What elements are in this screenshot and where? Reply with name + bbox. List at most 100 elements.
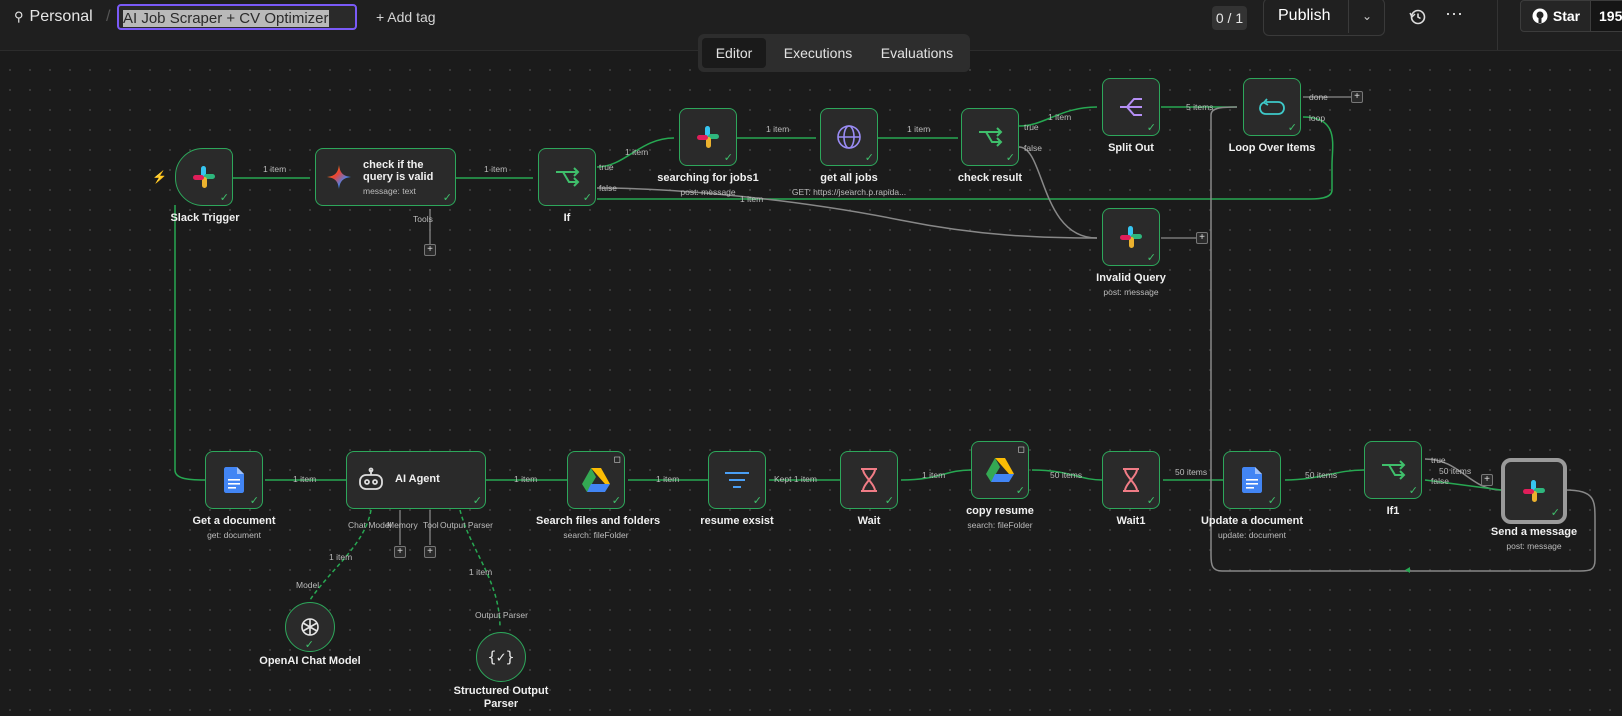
- node-if[interactable]: ✓: [538, 148, 596, 206]
- robot-icon: [357, 467, 385, 498]
- expand-icon: ◻: [613, 454, 621, 464]
- node-subtitle: search: fileFolder: [563, 530, 629, 540]
- node-label: Structured Output Parser: [453, 685, 549, 710]
- node-get-all-jobs[interactable]: ✓: [820, 108, 878, 166]
- connection-label: 1 item: [922, 470, 946, 480]
- trigger-bolt-icon: ⚡: [152, 170, 167, 184]
- github-star-button[interactable]: Star: [1520, 0, 1592, 32]
- more-options-icon[interactable]: ⋯: [1445, 4, 1463, 25]
- plus-icon: +: [376, 9, 388, 25]
- tab-evaluations[interactable]: Evaluations: [868, 38, 966, 68]
- project-switcher[interactable]: ⚲ Personal: [14, 8, 93, 26]
- node-if1[interactable]: ✓: [1364, 441, 1422, 499]
- connection-label: 1 item: [1048, 112, 1072, 122]
- node-search-files[interactable]: ✓ ◻: [567, 451, 625, 509]
- connection-label: 50 items: [1305, 470, 1338, 480]
- node-searching-jobs[interactable]: ✓: [679, 108, 737, 166]
- branch-label-false: false: [1024, 143, 1042, 153]
- success-check-icon: ✓: [752, 495, 762, 507]
- node-wait1[interactable]: ✓: [1102, 451, 1160, 509]
- node-send-message[interactable]: ✓: [1501, 458, 1567, 524]
- star-label: Star: [1552, 8, 1581, 24]
- port-label-output-parser: Output Parser: [475, 610, 528, 620]
- connection-label: 5 items: [1186, 102, 1214, 112]
- breadcrumb-separator: /: [106, 8, 111, 25]
- success-check-icon: ✓: [1550, 507, 1560, 519]
- project-name: Personal: [29, 8, 93, 25]
- node-ai-agent[interactable]: AI Agent ✓: [346, 451, 486, 509]
- node-label: Loop Over Items: [1228, 142, 1316, 154]
- tab-editor[interactable]: Editor: [702, 38, 766, 68]
- add-node-button[interactable]: +: [1351, 91, 1363, 103]
- add-memory-button[interactable]: +: [394, 546, 406, 558]
- connection-label: 1 item: [740, 194, 764, 204]
- connection-label: 1 item: [263, 164, 287, 174]
- node-subtitle: post: message: [1103, 287, 1159, 297]
- connection-label: 50 items: [1050, 470, 1083, 480]
- connection-label: 1 item: [766, 124, 790, 134]
- node-get-document[interactable]: ✓: [205, 451, 263, 509]
- execution-counter[interactable]: 0 / 1: [1212, 6, 1247, 30]
- success-check-icon: ✓: [442, 192, 452, 204]
- gemini-icon: [326, 164, 352, 195]
- add-tag-button[interactable]: + Add tag: [376, 9, 436, 25]
- add-tool-button[interactable]: +: [424, 546, 436, 558]
- success-check-icon: ✓: [1267, 495, 1277, 507]
- success-check-icon: ✓: [1015, 485, 1025, 497]
- node-copy-resume[interactable]: ✓ ◻: [971, 441, 1029, 499]
- node-update-document[interactable]: ✓: [1223, 451, 1281, 509]
- success-check-icon: ✓: [864, 152, 874, 164]
- success-check-icon: ✓: [1146, 252, 1156, 264]
- branch-label-true: true: [1431, 455, 1446, 465]
- node-check-result[interactable]: ✓: [961, 108, 1019, 166]
- node-slack-trigger[interactable]: ✓: [175, 148, 233, 206]
- view-tabs: Editor Executions Evaluations: [698, 34, 970, 72]
- chevron-down-icon[interactable]: ⌄: [1348, 0, 1385, 33]
- node-label: resume exsist: [700, 515, 774, 527]
- port-label-model: Model: [296, 580, 320, 590]
- user-icon: ⚲: [14, 9, 24, 24]
- tab-executions[interactable]: Executions: [772, 38, 864, 68]
- connections-layer: [174, 96, 1596, 629]
- node-split-out[interactable]: ✓: [1102, 78, 1160, 136]
- add-tag-label: Add tag: [387, 9, 436, 25]
- node-loop-over-items[interactable]: ✓: [1243, 78, 1301, 136]
- connection-label: 1 item: [484, 164, 508, 174]
- node-label: Search files and folders: [536, 515, 661, 527]
- node-label: If: [563, 212, 571, 224]
- connection-label: 1 item: [625, 147, 649, 157]
- node-check-query[interactable]: check if the query is valid message: tex…: [315, 148, 456, 206]
- node-wait[interactable]: ✓: [840, 451, 898, 509]
- workflow-name-input[interactable]: AI Job Scraper + CV Optimizer: [117, 4, 357, 30]
- add-tool-button[interactable]: +: [424, 244, 436, 256]
- branch-label-true: true: [599, 162, 614, 172]
- node-label: Slack Trigger: [170, 212, 240, 224]
- star-count: 195,: [1590, 0, 1622, 32]
- connection-label: 1 item: [329, 552, 353, 562]
- history-icon[interactable]: [1407, 6, 1431, 30]
- node-resume-exsist[interactable]: ✓: [708, 451, 766, 509]
- node-label: Invalid Query: [1096, 272, 1166, 284]
- workflow-name-text: AI Job Scraper + CV Optimizer: [123, 10, 329, 27]
- success-check-icon: ✓: [472, 495, 482, 507]
- node-subtitle: GET: https://jsearch.p.rapida...: [791, 187, 907, 197]
- node-label: Send a message: [1490, 526, 1578, 538]
- add-node-button[interactable]: +: [1196, 232, 1208, 244]
- success-check-icon: ✓: [611, 495, 621, 507]
- node-invalid-query[interactable]: ✓: [1102, 208, 1160, 266]
- branch-label-loop: loop: [1309, 113, 1326, 123]
- expand-icon: ◻: [1017, 444, 1025, 454]
- connection-label: 1 item: [656, 474, 680, 484]
- success-check-icon: ✓: [582, 192, 592, 204]
- node-label: Update a document: [1200, 515, 1304, 527]
- branch-label-false: false: [599, 183, 617, 193]
- node-openai-chat-model[interactable]: ✓: [285, 602, 335, 652]
- connection-label: 50 items: [1175, 467, 1208, 477]
- port-label-tool: Tool: [423, 520, 439, 530]
- add-node-button[interactable]: +: [1481, 474, 1493, 486]
- node-structured-output-parser[interactable]: {✓}: [476, 632, 526, 682]
- success-check-icon: ✓: [723, 152, 733, 164]
- node-label: Wait1: [1116, 515, 1146, 527]
- publish-button[interactable]: Publish ⌄: [1263, 0, 1385, 36]
- port-label-memory: Memory: [387, 520, 418, 530]
